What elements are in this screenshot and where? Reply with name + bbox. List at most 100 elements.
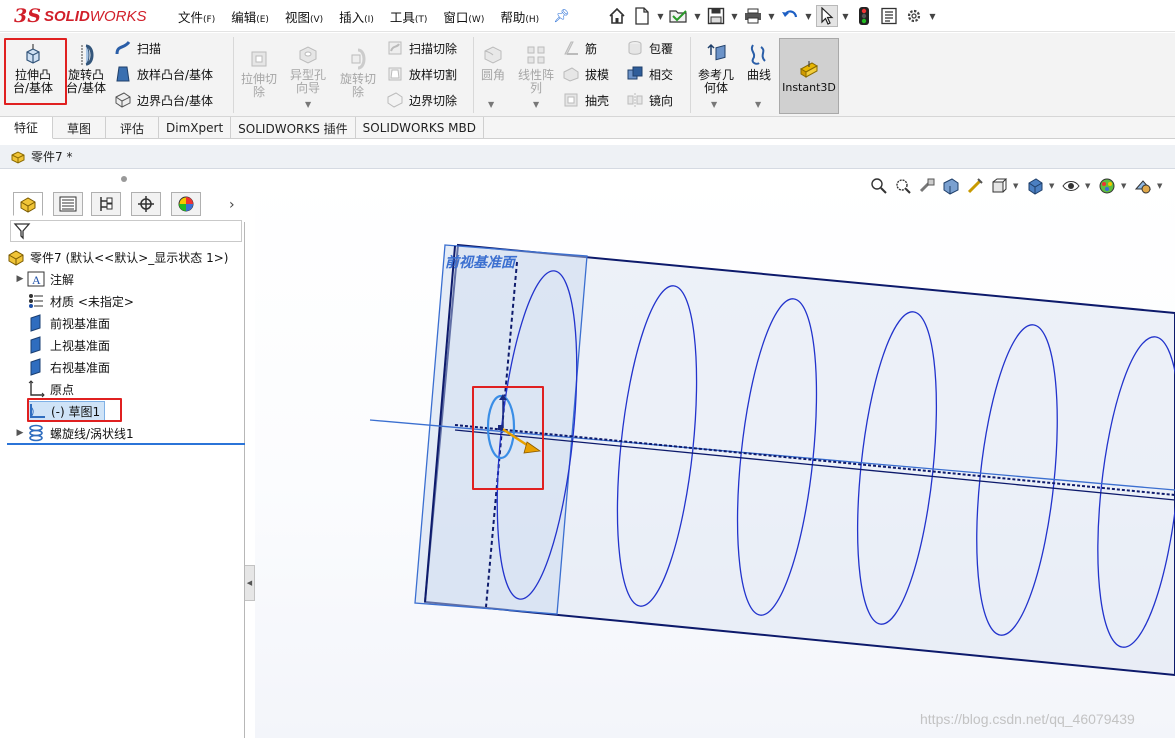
boundary-cut-button[interactable]: 边界切除 bbox=[386, 91, 457, 109]
title-bar: 3S SOLIDWORKS 文件(F) 编辑(E) 视图(V) 插入(I) 工具… bbox=[0, 0, 1175, 32]
save-icon[interactable] bbox=[705, 5, 727, 27]
chevron-down-icon[interactable]: ▼ bbox=[711, 100, 717, 109]
menu-help[interactable]: 帮助(H) bbox=[492, 7, 547, 26]
rib-button[interactable]: 筋 bbox=[562, 39, 597, 57]
hole-wizard-label: 异型孔 向导 bbox=[289, 68, 326, 95]
tab-dimxpert-manager[interactable] bbox=[131, 192, 161, 216]
print-icon[interactable] bbox=[742, 5, 764, 27]
rollback-bar[interactable] bbox=[7, 443, 245, 445]
model-view[interactable]: 前视基准面 bbox=[255, 170, 1175, 738]
tab-features[interactable]: 特征 bbox=[0, 117, 54, 139]
tree-root-part[interactable]: 零件7 (默认<<默认>_显示状态 1>) bbox=[7, 246, 245, 268]
chevron-down-icon[interactable]: ▼ bbox=[693, 12, 702, 21]
chevron-right-icon[interactable]: › bbox=[229, 197, 235, 213]
tab-sketch[interactable]: 草图 bbox=[53, 117, 107, 139]
mirror-button[interactable]: 镜向 bbox=[626, 91, 673, 109]
menu-edit[interactable]: 编辑(E) bbox=[223, 7, 277, 26]
tab-mbd[interactable]: SOLIDWORKS MBD bbox=[356, 117, 484, 139]
fillet-icon bbox=[484, 46, 502, 64]
tab-display-manager[interactable] bbox=[171, 192, 201, 216]
chevron-down-icon[interactable]: ▼ bbox=[488, 100, 494, 109]
expand-arrow-icon[interactable]: ▶ bbox=[13, 428, 27, 438]
solidworks-logo[interactable]: 3S SOLIDWORKS bbox=[14, 4, 154, 28]
tree-filter[interactable] bbox=[10, 220, 242, 242]
tree-item-helix[interactable]: ▶ 螺旋线/涡状线1 bbox=[13, 422, 251, 444]
select-cursor-icon[interactable] bbox=[816, 5, 838, 27]
collapse-panel-handle[interactable]: ◀ bbox=[245, 565, 255, 601]
ribbon-separator bbox=[233, 37, 234, 113]
tree-item-front-plane[interactable]: 前视基准面 bbox=[13, 312, 251, 334]
tab-dimxpert[interactable]: DimXpert bbox=[159, 117, 232, 139]
chevron-down-icon[interactable]: ▼ bbox=[305, 100, 311, 109]
highlight-box bbox=[4, 38, 67, 105]
chevron-down-icon[interactable]: ▼ bbox=[656, 12, 665, 21]
menu-view[interactable]: 视图(V) bbox=[277, 7, 331, 26]
hole-wizard-button[interactable]: 异型孔 向导 bbox=[285, 43, 331, 95]
pin-icon[interactable]: 📌︎ bbox=[553, 9, 570, 24]
revolve-cut-button[interactable]: 旋转切 除 bbox=[335, 47, 381, 99]
shell-button[interactable]: 抽壳 bbox=[562, 91, 609, 109]
tab-configuration-manager[interactable] bbox=[91, 192, 121, 216]
fillet-button[interactable]: 圆角 bbox=[477, 43, 509, 82]
open-folder-icon[interactable] bbox=[668, 5, 690, 27]
graphics-area[interactable]: ▼ ▼ ▼ ▼ ▼ 前视基准面 bbox=[255, 170, 1175, 738]
tab-evaluate[interactable]: 评估 bbox=[106, 117, 160, 139]
sweep-button[interactable]: 扫描 bbox=[114, 39, 161, 57]
home-icon[interactable] bbox=[606, 5, 628, 27]
loft-boss-button[interactable]: 放样凸台/基体 bbox=[114, 65, 213, 83]
loft-cut-button[interactable]: 放样切割 bbox=[386, 65, 457, 83]
instant3d-button[interactable]: Instant3D bbox=[779, 38, 839, 114]
chevron-down-icon[interactable]: ▼ bbox=[928, 12, 937, 21]
tree-item-annotations[interactable]: ▶ A 注解 bbox=[13, 268, 251, 290]
tree-item-origin[interactable]: 原点 bbox=[13, 378, 251, 400]
file-properties-icon[interactable] bbox=[878, 5, 900, 27]
wrap-button[interactable]: 包覆 bbox=[626, 39, 673, 57]
chevron-down-icon[interactable]: ▼ bbox=[767, 12, 776, 21]
tree-item-material[interactable]: 材质 <未指定> bbox=[13, 290, 251, 312]
new-document-icon[interactable] bbox=[631, 5, 653, 27]
wrap-label: 包覆 bbox=[649, 41, 674, 56]
reference-geometry-button[interactable]: 参考几 何体 bbox=[694, 43, 738, 95]
tab-feature-tree[interactable] bbox=[13, 192, 43, 216]
menu-file[interactable]: 文件(F) bbox=[170, 7, 223, 26]
menu-insert[interactable]: 插入(I) bbox=[331, 7, 382, 26]
revolve-boss-button[interactable]: 旋转凸 台/基体 bbox=[63, 43, 109, 95]
tab-addins[interactable]: SOLIDWORKS 插件 bbox=[231, 117, 356, 139]
boundary-boss-icon bbox=[115, 92, 131, 108]
linear-pattern-label: 线性阵 列 bbox=[517, 68, 554, 95]
extrude-cut-button[interactable]: 拉伸切 除 bbox=[237, 47, 281, 99]
chevron-down-icon[interactable]: ▼ bbox=[804, 12, 813, 21]
chevron-down-icon[interactable]: ▼ bbox=[533, 100, 539, 109]
shell-icon bbox=[564, 93, 578, 107]
ds-logo-mark: 3S bbox=[14, 4, 41, 27]
grip-dot-icon[interactable] bbox=[121, 176, 127, 182]
panel-splitter[interactable] bbox=[245, 170, 255, 738]
menu-window[interactable]: 窗口(W) bbox=[435, 7, 492, 26]
annotations-icon: A bbox=[27, 271, 45, 287]
undo-icon[interactable] bbox=[779, 5, 801, 27]
command-manager-ribbon: 拉伸凸 台/基体 旋转凸 台/基体 扫描 放样凸台/基体 边界凸台/基体 拉伸切… bbox=[0, 33, 1175, 117]
rib-icon bbox=[564, 41, 578, 55]
options-gear-icon[interactable] bbox=[903, 5, 925, 27]
expand-arrow-icon[interactable]: ▶ bbox=[13, 274, 27, 284]
sweep-cut-button[interactable]: 扫描切除 bbox=[386, 39, 457, 57]
tree-item-right-plane[interactable]: 右视基准面 bbox=[13, 356, 251, 378]
tab-property-manager[interactable] bbox=[53, 192, 83, 216]
loft-boss-icon bbox=[116, 66, 130, 82]
curves-button[interactable]: 曲线 bbox=[741, 43, 777, 82]
intersect-button[interactable]: 相交 bbox=[626, 65, 673, 83]
chevron-down-icon[interactable]: ▼ bbox=[841, 12, 850, 21]
draft-button[interactable]: 拔模 bbox=[562, 65, 609, 83]
draft-icon bbox=[563, 67, 579, 82]
chevron-down-icon[interactable]: ▼ bbox=[730, 12, 739, 21]
quick-access-toolbar: ▼ ▼ ▼ ▼ ▼ ▼ ▼ bbox=[606, 4, 937, 28]
plane-icon bbox=[30, 358, 41, 376]
menu-tools[interactable]: 工具(T) bbox=[382, 7, 436, 26]
chevron-down-icon[interactable]: ▼ bbox=[755, 100, 761, 109]
boundary-boss-button[interactable]: 边界凸台/基体 bbox=[114, 91, 213, 109]
menu-bar: 文件(F) 编辑(E) 视图(V) 插入(I) 工具(T) 窗口(W) 帮助(H… bbox=[170, 0, 570, 32]
traffic-light-icon[interactable] bbox=[853, 5, 875, 27]
linear-pattern-button[interactable]: 线性阵 列 bbox=[513, 43, 559, 95]
document-tab[interactable]: 零件7 * bbox=[0, 145, 1175, 169]
tree-item-top-plane[interactable]: 上视基准面 bbox=[13, 334, 251, 356]
